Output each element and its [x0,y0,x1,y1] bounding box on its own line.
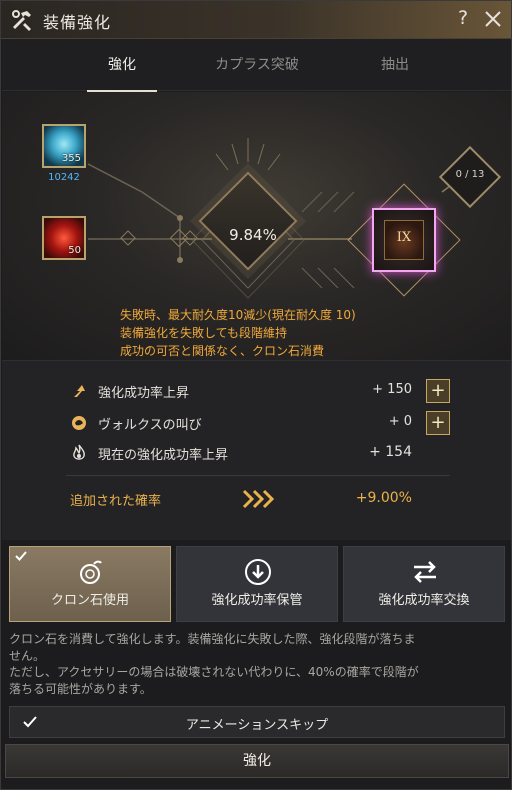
stat-label: 強化成功率上昇 [98,386,190,401]
save-success-rate-button[interactable]: 強化成功率保管 [176,546,338,622]
swap-arrows-icon [414,561,436,583]
material-quantity: 50 [68,245,81,256]
stat-label: 現在の強化成功率上昇 [98,448,229,463]
warning-line: 成功の可否と関係なく、クロン石消費 [120,344,325,358]
use-cron-stone-button[interactable]: クロン石使用 [9,546,171,622]
download-circle-icon [245,559,271,585]
added-probability-label: 追加された確率 [70,494,162,509]
option-label: 強化成功率交換 [378,593,470,608]
stat-value: + 0 [388,414,412,429]
tab-bar: 強化 カプラス突破 抽出 [2,39,511,92]
tab-caphras-breakthrough[interactable]: カプラス突破 [182,39,332,91]
material-owned-count: 10242 [48,172,80,183]
upgrade-button[interactable]: 強化 [5,744,509,778]
upgrade-counter: 0 / 13 [455,169,485,180]
description-line: せん。 [9,648,46,663]
description-line: ただし、アクセサリーの場合は破壊されない代わりに、40%の確率で段階が [9,665,419,679]
add-success-rate-button[interactable]: + [426,379,450,403]
tab-upgrade[interactable]: 強化 [47,39,197,92]
stats-panel: 強化成功率上昇 + 150 + ヴォルクスの叫び + 0 + 現在の強化成功率上… [2,360,511,540]
add-vorx-cry-button[interactable]: + [426,411,450,435]
warning-line: 装備強化を失敗しても段階維持 [120,326,288,340]
added-probability-row: 追加された確率 +9.00% [70,485,460,515]
stat-label: ヴォルクスの叫び [98,418,202,433]
stat-value: + 150 [372,382,412,397]
description-text: クロン石を消費して強化します。装備強化に失敗した際、強化段階が落ちま せん。 た… [9,631,505,697]
enhancement-grade: IX [396,230,412,245]
option-label: 強化成功率保管 [211,593,303,608]
target-equipment-slot[interactable]: IX [372,208,436,272]
tab-extract[interactable]: 抽出 [320,39,470,91]
option-label: クロン石使用 [50,593,129,608]
stat-row-vorx-cry: ヴォルクスの叫び + 0 + [70,411,460,435]
material-quantity: 355 [61,153,81,164]
arrow-up-icon [74,385,85,397]
description-line: クロン石を消費して強化します。装備強化に失敗した際、強化段階が落ちま [9,632,416,646]
animation-skip-label: アニメーションスキップ [185,718,329,733]
warning-line: 失敗時、最大耐久度10減少(現在耐久度 10) [120,308,356,322]
chevrons-right-icon [242,489,275,509]
title-bar: 装備強化 ? [1,1,511,39]
failure-warning: 失敗時、最大耐久度10減少(現在耐久度 10) 装備強化を失敗しても段階維持 成… [2,304,511,360]
animation-skip-toggle[interactable]: アニメーションスキップ [9,706,505,738]
cron-stone-icon [80,560,102,584]
stat-row-success-rate: 強化成功率上昇 + 150 + [70,379,460,403]
success-rate-value: 9.84% [229,226,277,244]
exchange-success-rate-button[interactable]: 強化成功率交換 [343,546,505,622]
flame-icon [73,444,85,460]
checkmark-icon [15,551,27,561]
help-button[interactable]: ? [453,7,473,31]
divider [66,475,450,476]
cron-stone-material-slot[interactable]: 50 [42,216,86,260]
stat-value: + 154 [369,444,412,460]
description-line: 落ちる可能性があります。 [9,681,152,696]
close-icon[interactable] [481,7,505,31]
hammer-wrench-icon [12,10,31,31]
black-stone-material-slot[interactable]: 355 [42,124,86,168]
vorx-cry-icon [72,416,86,430]
window-title: 装備強化 [43,13,112,32]
added-probability-value: +9.00% [355,490,412,506]
stat-row-current-rate: 現在の強化成功率上昇 + 154 [70,441,460,465]
equipment-upgrade-window: 装備強化 ? 強化 カプラス突破 抽出 355 10242 50 9.84% I… [0,0,512,790]
